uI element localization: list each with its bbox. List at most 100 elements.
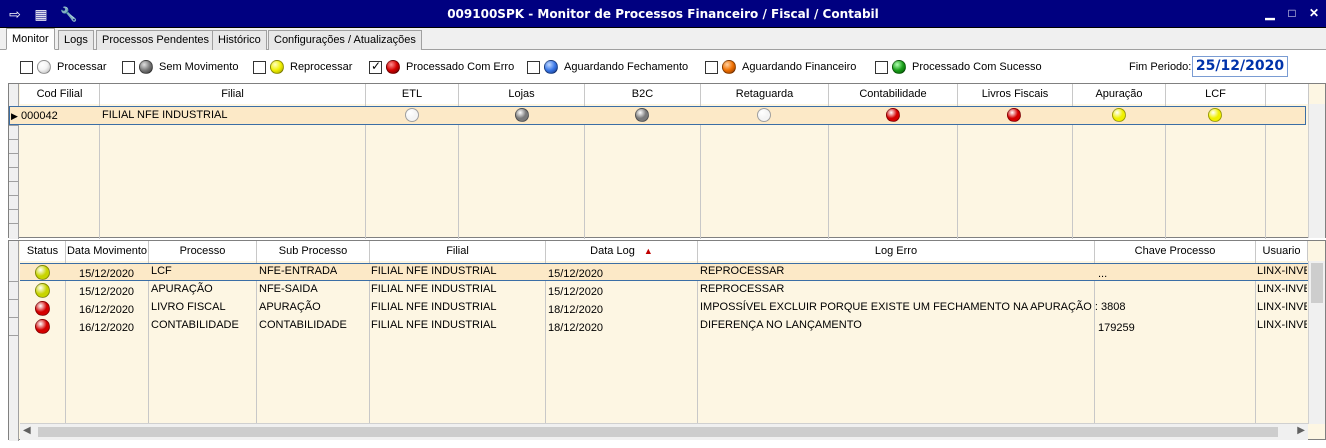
legend-processado-com-sucesso[interactable]: Processado Com Sucesso bbox=[875, 59, 1042, 75]
col-header-data-log[interactable]: Data Log ▲ bbox=[546, 241, 698, 261]
status-ball-icon bbox=[1208, 108, 1222, 122]
blue-status-icon bbox=[544, 60, 558, 74]
status-ball-icon bbox=[886, 108, 900, 122]
legend-aguardando-financeiro[interactable]: Aguardando Financeiro bbox=[705, 59, 856, 75]
row-indicator-column bbox=[9, 241, 19, 441]
usuario-cell: LINX-INVES bbox=[1257, 319, 1307, 331]
col-header-contabilidade[interactable]: Contabilidade bbox=[829, 84, 958, 104]
data-movimento-cell: 15/12/2020 bbox=[79, 268, 135, 280]
log-erro-cell: DIFERENÇA NO LANÇAMENTO bbox=[700, 319, 862, 331]
status-ball-icon bbox=[35, 319, 50, 334]
col-header-filial[interactable]: Filial bbox=[100, 84, 366, 104]
processo-cell: LIVRO FISCAL bbox=[151, 301, 226, 313]
aguardando-fechamento-checkbox[interactable] bbox=[527, 60, 540, 74]
col-header-usuario[interactable]: Usuario bbox=[1256, 241, 1308, 261]
chave-processo-cell: ... bbox=[1098, 268, 1108, 280]
data-movimento-cell: 16/12/2020 bbox=[79, 322, 135, 334]
col-header-retaguarda[interactable]: Retaguarda bbox=[701, 84, 829, 104]
scroll-right-icon[interactable]: ▶ bbox=[1297, 425, 1305, 436]
col-header-processo[interactable]: Processo bbox=[149, 241, 257, 261]
table-row[interactable] bbox=[20, 281, 1308, 299]
processo-cell: LCF bbox=[151, 265, 172, 277]
fim-periodo-field[interactable]: 25/12/2020 bbox=[1192, 56, 1288, 77]
window-title: 009100SPK - Monitor de Processos Finance… bbox=[447, 7, 879, 21]
tab-configuracoes[interactable]: Configurações / Atualizações bbox=[268, 30, 422, 50]
legend-label: Processado Com Erro bbox=[406, 61, 515, 73]
usuario-cell: LINX-INVES bbox=[1257, 283, 1307, 295]
status-ball-icon bbox=[1112, 108, 1126, 122]
close-icon[interactable]: ✕ bbox=[1306, 6, 1322, 20]
filial-cell: FILIAL NFE INDUSTRIAL bbox=[371, 265, 497, 277]
tab-logs[interactable]: Logs bbox=[58, 30, 94, 50]
filial-cell: FILIAL NFE INDUSTRIAL bbox=[371, 301, 497, 313]
sub-processo-cell: APURAÇÃO bbox=[259, 301, 321, 313]
tab-monitor[interactable]: Monitor bbox=[6, 28, 55, 50]
legend-aguardando-fechamento[interactable]: Aguardando Fechamento bbox=[527, 59, 688, 75]
vertical-scrollbar[interactable] bbox=[1308, 104, 1325, 238]
legend-processado-com-erro[interactable]: Processado Com Erro bbox=[369, 59, 514, 75]
filial-cell: FILIAL NFE INDUSTRIAL bbox=[371, 319, 497, 331]
sub-processo-cell: CONTABILIDADE bbox=[259, 319, 347, 331]
col-header-b2c[interactable]: B2C bbox=[585, 84, 701, 104]
legend-label: Aguardando Financeiro bbox=[742, 61, 857, 73]
cod-filial-cell: 000042 bbox=[21, 110, 58, 122]
processar-checkbox[interactable] bbox=[20, 60, 33, 74]
log-erro-cell: REPROCESSAR bbox=[700, 265, 785, 277]
col-header-filial[interactable]: Filial bbox=[370, 241, 546, 261]
orange-status-icon bbox=[722, 60, 736, 74]
status-ball-icon bbox=[635, 108, 649, 122]
data-movimento-cell: 16/12/2020 bbox=[79, 304, 135, 316]
processo-cell: CONTABILIDADE bbox=[151, 319, 239, 331]
title-bar: ⇨ ▦ 🔧 009100SPK - Monitor de Processos F… bbox=[0, 0, 1326, 28]
tab-processos-pendentes[interactable]: Processos Pendentes bbox=[96, 30, 216, 50]
legend-processar[interactable]: Processar bbox=[20, 59, 107, 75]
status-ball-icon bbox=[515, 108, 529, 122]
usuario-cell: LINX-INVES bbox=[1257, 301, 1307, 313]
legend-label: Reprocessar bbox=[290, 61, 353, 73]
reprocessar-checkbox[interactable] bbox=[253, 60, 266, 74]
status-ball-icon bbox=[405, 108, 419, 122]
status-ball-icon bbox=[757, 108, 771, 122]
status-ball-icon bbox=[35, 265, 50, 280]
status-ball-icon bbox=[35, 301, 50, 316]
col-header-livros-fiscais[interactable]: Livros Fiscais bbox=[958, 84, 1073, 104]
scrollbar-thumb[interactable] bbox=[1311, 263, 1323, 303]
status-legend: Processar Sem Movimento Reprocessar Proc… bbox=[0, 50, 1326, 82]
col-header-sub-processo[interactable]: Sub Processo bbox=[257, 241, 370, 261]
horizontal-scrollbar[interactable]: ◀ ▶ bbox=[20, 423, 1308, 440]
col-header-lojas[interactable]: Lojas bbox=[459, 84, 585, 104]
legend-sem-movimento[interactable]: Sem Movimento bbox=[122, 59, 238, 75]
col-header-chave-processo[interactable]: Chave Processo bbox=[1095, 241, 1256, 261]
filial-cell: FILIAL NFE INDUSTRIAL bbox=[102, 109, 228, 121]
data-log-label: Data Log bbox=[590, 245, 635, 257]
fim-periodo-label: Fim Periodo: bbox=[1129, 61, 1192, 73]
filial-grid: Cod Filial Filial ETL Lojas B2C Retaguar… bbox=[8, 83, 1326, 239]
maximize-icon[interactable]: □ bbox=[1284, 6, 1300, 20]
status-ball-icon bbox=[35, 283, 50, 298]
col-header-status[interactable]: Status bbox=[20, 241, 66, 261]
vertical-scrollbar[interactable] bbox=[1308, 261, 1325, 424]
scrollbar-thumb[interactable] bbox=[38, 427, 1278, 437]
processado-com-erro-checkbox[interactable] bbox=[369, 59, 382, 74]
col-header-etl[interactable]: ETL bbox=[366, 84, 459, 104]
status-ball-icon bbox=[1007, 108, 1021, 122]
data-log-cell: 15/12/2020 bbox=[548, 268, 604, 280]
log-grid: Status Data Movimento Processo Sub Proce… bbox=[8, 240, 1326, 441]
aguardando-financeiro-checkbox[interactable] bbox=[705, 60, 718, 74]
filial-cell: FILIAL NFE INDUSTRIAL bbox=[371, 283, 497, 295]
legend-reprocessar[interactable]: Reprocessar bbox=[253, 59, 352, 75]
col-header-cod-filial[interactable]: Cod Filial bbox=[20, 84, 100, 104]
legend-label: Aguardando Fechamento bbox=[564, 61, 689, 73]
table-row[interactable] bbox=[20, 263, 1308, 281]
legend-label: Processar bbox=[57, 61, 107, 73]
tab-historico[interactable]: Histórico bbox=[212, 30, 267, 50]
col-header-lcf[interactable]: LCF bbox=[1166, 84, 1266, 104]
col-header-log-erro[interactable]: Log Erro bbox=[698, 241, 1095, 261]
scroll-left-icon[interactable]: ◀ bbox=[23, 425, 31, 436]
processado-com-sucesso-checkbox[interactable] bbox=[875, 60, 888, 74]
sem-movimento-checkbox[interactable] bbox=[122, 60, 135, 74]
minimize-icon[interactable]: ▁ bbox=[1262, 6, 1278, 20]
col-header-data-movimento[interactable]: Data Movimento bbox=[66, 241, 149, 261]
data-log-cell: 15/12/2020 bbox=[548, 286, 604, 298]
col-header-apuracao[interactable]: Apuração bbox=[1073, 84, 1166, 104]
